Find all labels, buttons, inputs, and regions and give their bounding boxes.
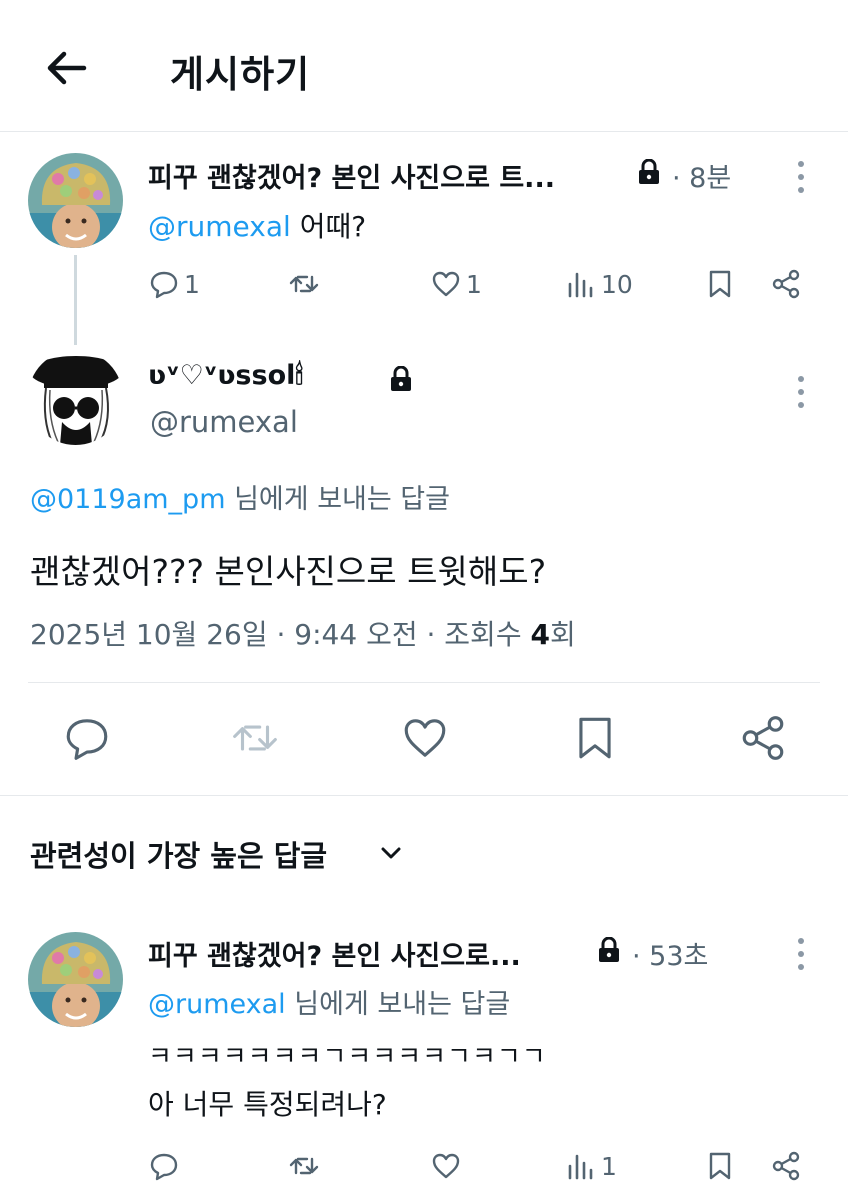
bookmark-icon — [709, 270, 731, 298]
reply-context: @0119am_pm 님에게 보내는 답글 — [30, 477, 450, 516]
reply-count: 1 — [184, 269, 200, 299]
bookmark-button[interactable] — [570, 713, 620, 763]
more-options-icon[interactable] — [796, 374, 806, 410]
analytics-icon — [568, 272, 593, 298]
analytics-icon — [568, 1154, 593, 1180]
tweet-text-line: 아 너무 특정되려나? — [148, 1088, 387, 1121]
retweet-icon — [233, 725, 277, 751]
avatar[interactable] — [28, 350, 123, 445]
bookmark-icon — [579, 717, 611, 759]
back-button[interactable] — [40, 46, 92, 90]
retweet-button[interactable] — [288, 1150, 324, 1182]
heart-icon — [404, 719, 446, 757]
page-title: 게시하기 — [170, 53, 311, 96]
reply-icon — [150, 1153, 178, 1181]
more-options-icon[interactable] — [796, 159, 806, 195]
reply-button[interactable] — [148, 1150, 184, 1182]
user-handle[interactable]: @rumexal — [150, 405, 298, 439]
display-name[interactable]: ʋᵛ♡ᵛʋssol🕯 — [148, 360, 303, 392]
share-button[interactable] — [770, 268, 802, 300]
retweet-icon — [289, 275, 319, 293]
share-icon — [772, 269, 800, 299]
share-icon — [772, 1151, 800, 1181]
divider — [0, 795, 848, 796]
bookmark-button[interactable] — [704, 268, 736, 300]
thread-connector — [74, 255, 77, 345]
like-button[interactable] — [430, 1150, 466, 1182]
tweet-time[interactable]: · 53초 — [632, 934, 708, 973]
views-unit: 회 — [549, 618, 576, 651]
reply-icon — [150, 271, 178, 299]
share-button[interactable] — [770, 1150, 802, 1182]
like-button[interactable]: 1 — [430, 268, 482, 300]
share-icon — [742, 716, 784, 760]
author-name[interactable]: 피꾸 괜찮겠어? 본인 사진으로... — [148, 934, 521, 973]
views-count: 10 — [601, 269, 633, 299]
views-count: 1 — [601, 1151, 617, 1181]
heart-icon — [432, 271, 460, 297]
header-divider — [0, 131, 848, 132]
views-button[interactable]: 1 — [565, 1150, 617, 1182]
tweet-text: @rumexal 어때? — [148, 205, 366, 245]
reply-to-suffix: 님에게 보내는 답글 — [294, 989, 511, 1020]
heart-icon — [432, 1153, 460, 1179]
avatar[interactable] — [28, 932, 123, 1027]
reply-to-link[interactable]: @0119am_pm — [30, 484, 226, 515]
bookmark-icon — [709, 1152, 731, 1180]
like-count: 1 — [466, 269, 482, 299]
reply-to-link[interactable]: @rumexal — [148, 989, 286, 1020]
author-name[interactable]: 피꾸 괜찮겠어? 본인 사진으로 트... — [148, 156, 555, 195]
reply-button[interactable]: 1 — [148, 268, 200, 300]
chevron-down-icon[interactable] — [378, 840, 404, 866]
avatar[interactable] — [28, 153, 123, 248]
avatar-image — [28, 350, 123, 445]
reply-to-suffix: 님에게 보내는 답글 — [234, 484, 450, 515]
retweet-button[interactable] — [288, 268, 324, 300]
tweet-date[interactable]: 2025년 10월 26일 · 9:44 오전 · 조회수 — [30, 618, 530, 651]
tweet-text-body: 어때? — [299, 210, 367, 243]
views-button[interactable]: 10 — [565, 268, 633, 300]
like-button[interactable] — [400, 713, 450, 763]
share-button[interactable] — [738, 713, 788, 763]
lock-icon — [638, 159, 660, 185]
lock-icon — [390, 366, 412, 392]
tweet-text-line: ㅋㅋㅋㅋㅋㅋㅋㄱㅋㅋㅋㅋㄱㅋㄱㄱ — [148, 1042, 547, 1072]
views-count: 4 — [530, 618, 550, 651]
tweet-meta: 2025년 10월 26일 · 9:44 오전 · 조회수 4회 — [30, 613, 576, 653]
mention-link[interactable]: @rumexal — [148, 210, 291, 243]
bookmark-button[interactable] — [704, 1150, 736, 1182]
sort-replies-label[interactable]: 관련성이 가장 높은 답글 — [30, 833, 327, 875]
divider — [28, 682, 820, 683]
reply-context: @rumexal 님에게 보내는 답글 — [148, 982, 510, 1021]
avatar-image — [28, 932, 123, 1027]
retweet-button[interactable] — [230, 713, 280, 763]
retweet-icon — [289, 1157, 319, 1175]
tweet-text: 괜찮겠어??? 본인사진으로 트윗해도? — [30, 552, 547, 591]
lock-icon — [598, 937, 620, 963]
more-options-icon[interactable] — [796, 936, 806, 972]
tweet-time[interactable]: · 8분 — [672, 156, 731, 195]
reply-button[interactable] — [62, 713, 112, 763]
reply-icon — [66, 719, 108, 760]
avatar-image — [28, 153, 123, 248]
arrow-left-icon — [47, 51, 87, 85]
